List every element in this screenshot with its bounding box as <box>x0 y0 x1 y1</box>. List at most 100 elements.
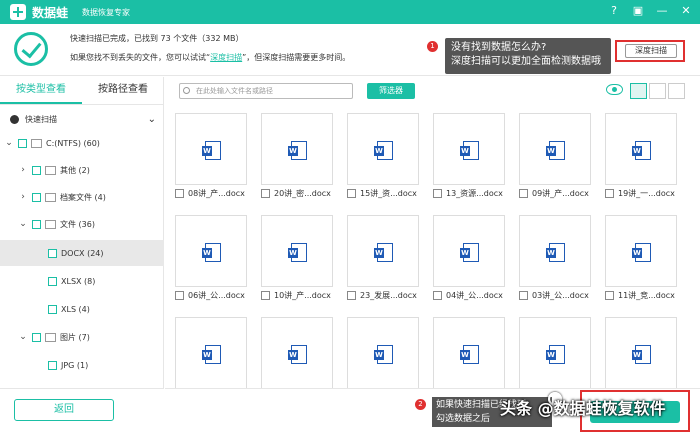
file-tile[interactable] <box>175 317 247 388</box>
checkbox[interactable] <box>48 360 57 370</box>
checkbox[interactable] <box>32 219 41 229</box>
file-thumbnail[interactable] <box>347 317 419 388</box>
word-doc-icon <box>546 141 565 160</box>
tree-item-xlsx[interactable]: XLSX (8) <box>0 268 164 294</box>
file-name: 04讲_公...docx <box>446 291 503 300</box>
grid-view-icon[interactable] <box>630 83 647 99</box>
file-thumbnail[interactable] <box>175 113 247 185</box>
file-tile[interactable]: 06讲_公...docx <box>175 215 247 305</box>
checkbox[interactable] <box>32 165 41 175</box>
checkbox[interactable] <box>18 138 27 148</box>
file-thumbnail[interactable] <box>519 113 591 185</box>
file-thumbnail[interactable] <box>605 215 677 287</box>
file-tile[interactable]: 11讲_竞...docx <box>605 215 677 305</box>
tree-item-xls[interactable]: XLS (4) <box>0 296 164 322</box>
file-tile[interactable]: 09讲_产...docx <box>519 113 591 203</box>
document-icon <box>45 219 56 229</box>
checkbox[interactable] <box>32 332 41 342</box>
file-thumbnail[interactable] <box>347 215 419 287</box>
file-tile[interactable]: 20讲_密...docx <box>261 113 333 203</box>
detail-view-icon[interactable] <box>668 83 685 99</box>
file-checkbox[interactable] <box>347 291 356 300</box>
tree-item-archive[interactable]: › 档案文件 (4) <box>0 184 164 210</box>
file-thumbnail[interactable] <box>433 113 505 185</box>
file-thumbnail[interactable] <box>519 317 591 388</box>
checkbox[interactable] <box>48 276 57 286</box>
file-checkbox[interactable] <box>519 291 528 300</box>
file-thumbnail[interactable] <box>347 113 419 185</box>
tree-item-jpg[interactable]: JPG (1) <box>0 352 164 378</box>
file-thumbnail[interactable] <box>519 215 591 287</box>
file-thumbnail[interactable] <box>433 215 505 287</box>
chevron-right-icon[interactable]: › <box>18 192 28 202</box>
tree-item-drive[interactable]: ⌄ C:(NTFS) (60) <box>0 130 164 156</box>
file-thumbnail[interactable] <box>605 113 677 185</box>
minimize-icon[interactable]: — <box>654 3 670 19</box>
checkbox[interactable] <box>48 304 57 314</box>
tab-by-path[interactable]: 按路径查看 <box>82 77 164 104</box>
file-tile[interactable]: 08讲_产...docx <box>175 113 247 203</box>
back-button[interactable]: 返回 <box>14 399 114 421</box>
close-icon[interactable]: ✕ <box>678 3 694 19</box>
watermark: 头条 @数据蛙恢复软件 <box>500 399 666 418</box>
file-name: 09讲_产...docx <box>532 189 589 198</box>
file-tile[interactable]: 10讲_产...docx <box>261 215 333 305</box>
file-checkbox[interactable] <box>433 189 442 198</box>
folder-icon <box>45 165 56 175</box>
deep-scan-button[interactable]: 深度扫描 <box>625 44 677 58</box>
file-thumbnail[interactable] <box>605 317 677 388</box>
file-checkbox[interactable] <box>261 291 270 300</box>
filter-button[interactable]: 筛选器 <box>367 83 415 99</box>
tree-item-documents[interactable]: ⌄ 文件 (36) <box>0 211 164 237</box>
file-thumbnail[interactable] <box>175 317 247 388</box>
file-tile[interactable]: 13_资源...docx <box>433 113 505 203</box>
file-tile[interactable] <box>605 317 677 388</box>
tab-by-type[interactable]: 按类型查看 <box>0 77 82 104</box>
chevron-down-icon[interactable]: ⌄ <box>18 219 28 229</box>
checkbox[interactable] <box>32 192 41 202</box>
window-controls: ? ▣ — ✕ <box>606 3 694 19</box>
scan-mode-row[interactable]: 快速扫描 ⌄ <box>0 106 164 132</box>
checkbox[interactable] <box>48 248 57 258</box>
file-thumbnail[interactable] <box>261 215 333 287</box>
file-tile[interactable]: 15讲_资...docx <box>347 113 419 203</box>
chevron-down-icon[interactable]: ⌄ <box>18 332 28 342</box>
tree-label: 文件 (36) <box>60 219 95 229</box>
save-icon[interactable]: ▣ <box>630 3 646 19</box>
file-checkbox[interactable] <box>261 189 270 198</box>
deep-scan-link[interactable]: 深度扫描 <box>210 53 242 62</box>
help-icon[interactable]: ? <box>606 3 622 19</box>
file-tile[interactable]: 03讲_公...docx <box>519 215 591 305</box>
file-thumbnail[interactable] <box>433 317 505 388</box>
file-checkbox[interactable] <box>519 189 528 198</box>
file-checkbox[interactable] <box>175 291 184 300</box>
file-thumbnail[interactable] <box>261 113 333 185</box>
file-tile[interactable] <box>433 317 505 388</box>
file-checkbox[interactable] <box>433 291 442 300</box>
file-checkbox[interactable] <box>175 189 184 198</box>
file-thumbnail[interactable] <box>175 215 247 287</box>
list-view-icon[interactable] <box>649 83 666 99</box>
file-checkbox[interactable] <box>605 189 614 198</box>
file-tile[interactable] <box>347 317 419 388</box>
file-tile[interactable]: 19讲_一...docx <box>605 113 677 203</box>
tree-item-other[interactable]: › 其他 (2) <box>0 157 164 183</box>
chevron-down-icon[interactable]: ⌄ <box>4 138 14 148</box>
tree-label: 档案文件 (4) <box>60 192 106 202</box>
file-tile[interactable]: 23_发展...docx <box>347 215 419 305</box>
hint-prefix: 如果您找不到丢失的文件，您可以试试“ <box>70 53 211 62</box>
file-tile[interactable]: 04讲_公...docx <box>433 215 505 305</box>
search-input[interactable]: 在此处输入文件名或路径 <box>179 83 353 99</box>
file-tile[interactable] <box>519 317 591 388</box>
tree-item-images[interactable]: ⌄ 图片 (7) <box>0 324 164 350</box>
file-tile[interactable] <box>261 317 333 388</box>
file-name: 19讲_一...docx <box>618 189 675 198</box>
file-name: 08讲_产...docx <box>188 189 245 198</box>
file-checkbox[interactable] <box>347 189 356 198</box>
file-checkbox[interactable] <box>605 291 614 300</box>
chevron-down-icon[interactable]: ⌄ <box>148 114 156 125</box>
preview-eye-icon[interactable] <box>606 84 623 95</box>
file-thumbnail[interactable] <box>261 317 333 388</box>
tree-item-docx[interactable]: DOCX (24) <box>0 240 164 266</box>
chevron-right-icon[interactable]: › <box>18 165 28 175</box>
